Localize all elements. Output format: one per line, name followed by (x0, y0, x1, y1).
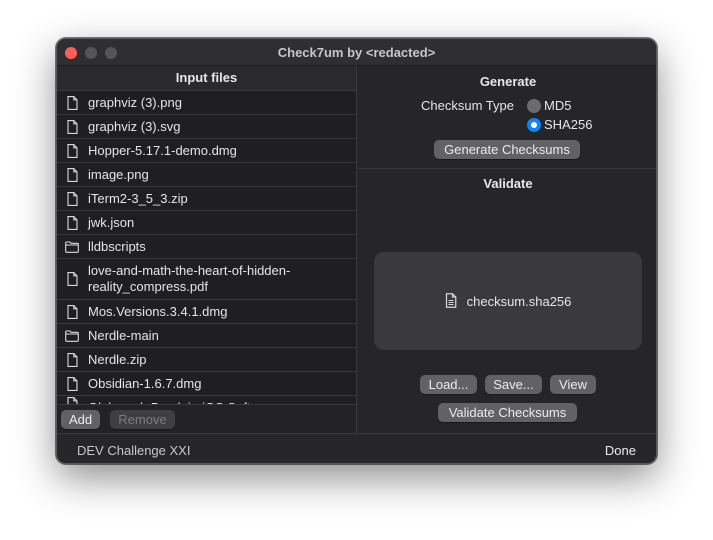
file-list-item-label: Hopper-5.17.1-demo.dmg (88, 142, 237, 158)
file-list-item-label: jwk.json (88, 214, 135, 230)
document-icon (445, 293, 459, 309)
document-icon (65, 376, 79, 392)
document-icon (65, 304, 79, 320)
section-divider (358, 168, 656, 169)
file-list-item-label: graphviz (3).svg (88, 118, 181, 134)
remove-button[interactable]: Remove (110, 410, 175, 429)
file-list-item[interactable]: jwk.json (57, 211, 356, 235)
file-list-item[interactable]: Nerdle-main (57, 324, 356, 348)
file-list-item-label: iTerm2-3_5_3.zip (88, 190, 188, 206)
save-button[interactable]: Save... (485, 375, 542, 394)
sha256-radio-label[interactable]: SHA256 (544, 117, 592, 132)
file-list-item[interactable]: Mos.Versions.3.4.1.dmg (57, 300, 356, 324)
document-icon (65, 191, 79, 207)
file-list-item[interactable]: image.png (57, 163, 356, 187)
file-list-item-label: Nerdle-main (88, 327, 159, 343)
document-icon (65, 352, 79, 368)
generate-title: Generate (479, 74, 537, 89)
document-icon (65, 396, 79, 404)
window-title: Check7um by <redacted> (277, 45, 436, 60)
input-files-pane: Input files graphviz (3).png graphviz (3)… (57, 66, 357, 433)
right-pane: Generate Checksum Type MD5 SHA256 Genera… (358, 66, 656, 433)
add-button[interactable]: Add (61, 410, 101, 429)
validate-checksums-button[interactable]: Validate Checksums (438, 403, 577, 422)
checksum-file-drop-zone[interactable]: checksum.sha256 (374, 252, 642, 350)
app-window: Check7um by <redacted> Input files graph… (56, 38, 657, 464)
generate-checksums-button[interactable]: Generate Checksums (434, 140, 580, 159)
file-list-item-label: Obsidian-1.6.7.dmg (88, 375, 202, 391)
bottom-bar: DEV Challenge XXI Done (57, 433, 656, 463)
view-button[interactable]: View (550, 375, 596, 394)
file-list-item-label: graphviz (3).png (88, 94, 182, 110)
file-list-item[interactable]: Obsidian-1.6.7.dmg (57, 372, 356, 396)
document-icon (65, 215, 79, 231)
file-list-item[interactable]: iTerm2-3_5_3.zip (57, 187, 356, 211)
file-list-item[interactable]: love-and-math-the-heart-of-hidden-realit… (57, 259, 356, 300)
checksum-type-label: Checksum Type (421, 98, 514, 113)
file-list-item-label: love-and-math-the-heart-of-hidden-realit… (88, 263, 291, 294)
file-list-item[interactable]: lldbscripts (57, 235, 356, 259)
checksum-file-name: checksum.sha256 (466, 293, 572, 309)
done-button[interactable]: Done (605, 443, 636, 458)
md5-radio[interactable] (527, 99, 541, 113)
file-list-item-label: image.png (88, 166, 149, 182)
file-list[interactable]: graphviz (3).png graphviz (3).svg Hopper-5… (57, 91, 356, 404)
title-bar: Check7um by <redacted> (57, 39, 656, 66)
md5-radio-label[interactable]: MD5 (544, 98, 571, 113)
sha256-radio[interactable] (527, 118, 541, 132)
file-list-item-label: Nerdle.zip (88, 351, 147, 367)
list-footer: Add Remove (57, 404, 356, 433)
input-files-header[interactable]: Input files (57, 66, 356, 91)
load-button[interactable]: Load... (420, 375, 477, 394)
file-list-item[interactable]: graphviz (3).png (57, 91, 356, 115)
file-list-item-label: lldbscripts (88, 238, 146, 254)
validate-title: Validate (483, 176, 533, 191)
folder-icon (65, 239, 79, 255)
document-icon (65, 95, 79, 111)
footer-label: DEV Challenge XXI (77, 443, 191, 458)
document-icon (65, 143, 79, 159)
file-list-item[interactable]: graphviz (3).svg (57, 115, 356, 139)
file-list-item[interactable]: Nerdle.zip (57, 348, 356, 372)
file-list-item[interactable]: Oleksandr Barslai - iOS Software (57, 396, 356, 404)
file-list-item-label: Mos.Versions.3.4.1.dmg (88, 303, 228, 319)
document-icon (65, 119, 79, 135)
document-icon (65, 167, 79, 183)
document-icon (65, 271, 79, 287)
file-list-item[interactable]: Hopper-5.17.1-demo.dmg (57, 139, 356, 163)
folder-icon (65, 328, 79, 344)
